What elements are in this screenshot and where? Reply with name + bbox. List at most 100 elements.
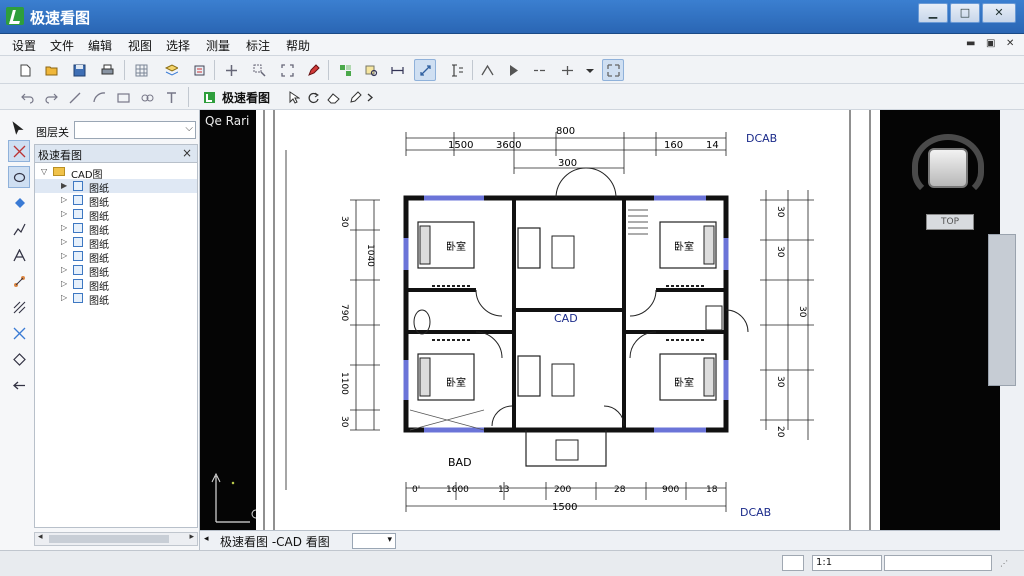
expand-icon[interactable]: ▷ <box>61 223 67 232</box>
fullscreen-button[interactable] <box>602 59 624 81</box>
line-tool-button[interactable] <box>528 59 550 81</box>
tree-item[interactable]: ▷ 图纸 <box>35 263 197 279</box>
drawing-canvas[interactable]: 800 1500 3600 160 14 300 DCAB 30 1040 79… <box>256 110 880 530</box>
scroll-thumb[interactable] <box>49 535 169 543</box>
cross-line-dropdown[interactable] <box>582 59 596 81</box>
expand-icon[interactable]: ▷ <box>61 195 67 204</box>
menu-file[interactable]: 文件 <box>50 37 74 54</box>
mdi-restore-icon[interactable]: ▣ <box>986 38 995 49</box>
open-file-button[interactable] <box>40 59 62 81</box>
expand-icon[interactable]: ▶ <box>61 181 67 190</box>
erase-tool-button[interactable] <box>322 86 344 108</box>
tree-item[interactable]: ▶ 图纸 <box>35 179 197 195</box>
scroll-right-icon[interactable]: ▸ <box>189 532 194 542</box>
menu-settings[interactable]: 设置 <box>12 37 36 54</box>
tree-root[interactable]: ▽ CAD图 <box>35 165 197 181</box>
cross-line-button[interactable] <box>556 59 578 81</box>
expand-icon[interactable]: ▽ <box>41 167 47 176</box>
brand-logo-button[interactable] <box>198 86 220 108</box>
text-search-button[interactable] <box>360 59 382 81</box>
menu-view[interactable]: 视图 <box>128 37 152 54</box>
measure-tool-button[interactable] <box>386 59 408 81</box>
menu-help[interactable]: 帮助 <box>286 37 310 54</box>
move-tool[interactable] <box>8 374 30 396</box>
layer-dropdown[interactable]: ⌵ <box>74 121 196 139</box>
zoom-extents-button[interactable] <box>276 59 298 81</box>
undo-button[interactable] <box>16 86 38 108</box>
block-tool-button[interactable] <box>334 59 356 81</box>
expand-icon[interactable]: ▷ <box>61 293 67 302</box>
cloud-markup-button[interactable] <box>136 86 158 108</box>
copy-tool[interactable] <box>8 348 30 370</box>
dimension-tool-button[interactable] <box>414 59 436 81</box>
draw-line-button[interactable] <box>64 86 86 108</box>
viewcube-icon[interactable] <box>928 148 968 188</box>
rotate-tool-button[interactable] <box>302 86 324 108</box>
vertical-dimension-button[interactable] <box>446 59 468 81</box>
play-button[interactable] <box>502 59 524 81</box>
dim-right: 30 <box>775 206 785 218</box>
dim-left: 790 <box>339 304 349 321</box>
ellipse-tool[interactable] <box>8 166 30 188</box>
menu-edit[interactable]: 编辑 <box>88 37 112 54</box>
layer-tool-button[interactable] <box>160 59 182 81</box>
close-button[interactable]: ✕ <box>982 3 1016 23</box>
maximize-button[interactable]: □ <box>950 3 980 23</box>
expand-icon[interactable]: ▷ <box>61 237 67 246</box>
zoom-window-button[interactable] <box>248 59 270 81</box>
tree-item[interactable]: ▷ 图纸 <box>35 193 197 209</box>
mdi-minimize-icon[interactable]: ▬ <box>966 38 975 49</box>
tree-horizontal-scrollbar[interactable]: ◂ ▸ <box>34 532 198 546</box>
new-file-button[interactable] <box>14 59 36 81</box>
trim-tool[interactable] <box>8 322 30 344</box>
fill-tool[interactable] <box>8 192 30 214</box>
print-button[interactable] <box>96 59 118 81</box>
resize-grip-icon[interactable]: ⋰ <box>1000 559 1008 568</box>
draw-rect-button[interactable] <box>112 86 134 108</box>
hatch-tool[interactable] <box>8 296 30 318</box>
expand-icon[interactable]: ▷ <box>61 279 67 288</box>
tree-item[interactable]: ▷ 图纸 <box>35 235 197 251</box>
text-tool[interactable] <box>8 244 30 266</box>
tree-item[interactable]: ▷ 图纸 <box>35 291 197 307</box>
expand-icon[interactable]: ▷ <box>61 209 67 218</box>
tree-item[interactable]: ▷ 图纸 <box>35 249 197 265</box>
select-tool-button[interactable] <box>282 86 304 108</box>
dim-top: 160 <box>664 140 683 151</box>
tree-item[interactable]: ▷ 图纸 <box>35 207 197 223</box>
menu-measure[interactable]: 测量 <box>206 37 230 54</box>
layout-dropdown[interactable]: ▾ <box>352 533 396 549</box>
toolbar-overflow-button[interactable] <box>362 86 376 108</box>
nav-bar-strip[interactable] <box>988 234 1016 386</box>
pointer-tool-icon[interactable] <box>10 120 28 136</box>
mdi-close-icon[interactable]: ✕ <box>1006 38 1014 49</box>
item-box-icon <box>73 237 83 247</box>
minimize-button[interactable]: ▁ <box>918 3 948 23</box>
scale-field[interactable]: 1:1 <box>812 555 882 571</box>
angle-tool-button[interactable] <box>476 59 498 81</box>
draw-arc-button[interactable] <box>88 86 110 108</box>
menu-annotate[interactable]: 标注 <box>246 37 270 54</box>
pan-tool-button[interactable] <box>220 59 242 81</box>
viewcube-label[interactable]: TOP <box>926 214 974 230</box>
grid-tool-button[interactable] <box>130 59 152 81</box>
properties-button[interactable] <box>188 59 210 81</box>
polyline-tool[interactable] <box>8 218 30 240</box>
select-object-tool[interactable] <box>8 140 30 162</box>
tab-scroll-left-icon[interactable]: ◂ <box>204 534 209 544</box>
status-field[interactable] <box>884 555 992 571</box>
node-tool[interactable] <box>8 270 30 292</box>
tab-model[interactable]: 极速看图 -CAD 看图 <box>220 533 330 550</box>
tree-item[interactable]: ▷ 图纸 <box>35 277 197 293</box>
close-icon[interactable]: × <box>182 146 192 160</box>
tree-item[interactable]: ▷ 图纸 <box>35 221 197 237</box>
markup-pen-button[interactable] <box>302 59 324 81</box>
status-field[interactable] <box>782 555 804 571</box>
scroll-left-icon[interactable]: ◂ <box>38 532 43 542</box>
expand-icon[interactable]: ▷ <box>61 265 67 274</box>
save-button[interactable] <box>68 59 90 81</box>
expand-icon[interactable]: ▷ <box>61 251 67 260</box>
redo-button[interactable] <box>40 86 62 108</box>
menu-select[interactable]: 选择 <box>166 37 190 54</box>
text-markup-button[interactable] <box>160 86 182 108</box>
